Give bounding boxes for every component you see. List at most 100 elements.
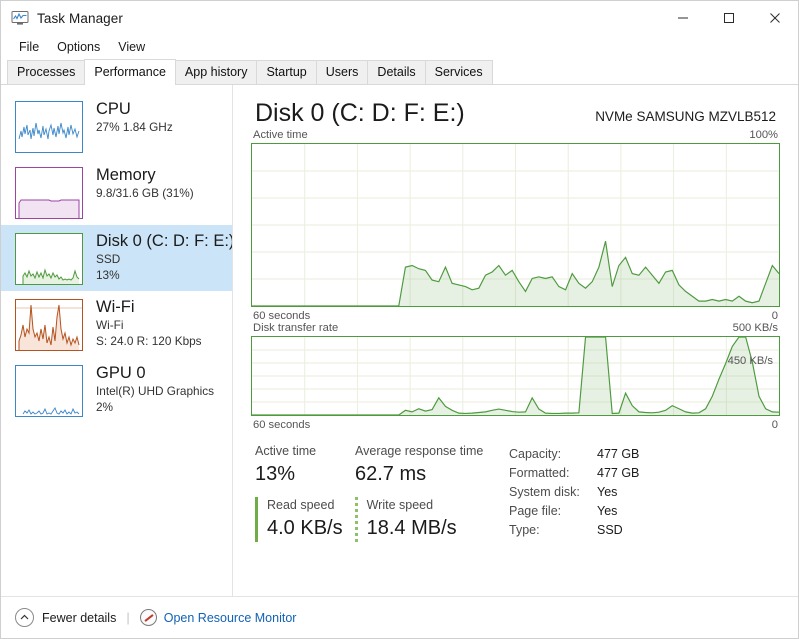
stat-value: 4.0 KB/s (267, 517, 343, 539)
content-area: CPU 27% 1.84 GHz Memory 9.8/31.6 GB (31%… (1, 85, 798, 596)
sidebar-wifi-texts: Wi-Fi Wi-Fi S: 24.0 R: 120 Kbps (83, 297, 202, 349)
stat-label: Average response time (355, 444, 484, 458)
sidebar-item-wifi[interactable]: Wi-Fi Wi-Fi S: 24.0 R: 120 Kbps (1, 291, 232, 357)
sidebar-item-label: Disk 0 (C: D: F: E:) (96, 232, 233, 250)
task-manager-window: Task Manager File Options View Processes… (0, 0, 799, 639)
detail-formatted: Formatted: 477 GB (509, 464, 639, 483)
stat-value: 13% (255, 463, 296, 485)
transfer-rate-graph-title: Disk transfer rate (253, 322, 339, 334)
active-time-axis-left: 60 seconds (253, 310, 311, 322)
resource-sidebar: CPU 27% 1.84 GHz Memory 9.8/31.6 GB (31%… (1, 85, 233, 596)
menu-bar: File Options View (1, 35, 798, 59)
sidebar-item-sub2: S: 24.0 R: 120 Kbps (96, 333, 202, 348)
transfer-rate-axis: 60 seconds 0 (251, 416, 780, 431)
title-bar: Task Manager (1, 1, 798, 35)
resource-monitor-icon[interactable] (139, 609, 157, 626)
stat-label: Write speed (366, 498, 434, 512)
sidebar-item-memory[interactable]: Memory 9.8/31.6 GB (31%) (1, 159, 232, 225)
sidebar-gpu-texts: GPU 0 Intel(R) UHD Graphics 2% (83, 363, 214, 415)
detail-key: System disk: (509, 485, 580, 499)
active-time-axis-right: 0 (771, 310, 778, 322)
active-time-graph[interactable] (251, 143, 780, 307)
sidebar-item-disk0[interactable]: Disk 0 (C: D: F: E:) SSD 13% (1, 225, 232, 291)
tab-details[interactable]: Details (367, 60, 426, 84)
sidebar-item-sub1: 9.8/31.6 GB (31%) (96, 186, 194, 200)
transfer-rate-graph-max: 500 KB/s (732, 322, 778, 334)
task-manager-icon (11, 10, 29, 26)
tab-services[interactable]: Services (424, 60, 493, 84)
cpu-sparkline-icon (15, 101, 83, 153)
detail-system-disk: System disk: Yes (509, 483, 639, 502)
maximize-button[interactable] (706, 1, 752, 35)
active-time-graph-labels: Active time 100% (251, 129, 780, 143)
sidebar-cpu-texts: CPU 27% 1.84 GHz (83, 99, 173, 136)
window-title: Task Manager (37, 10, 123, 26)
chevron-up-icon[interactable] (15, 608, 34, 627)
disk-sparkline-icon (15, 233, 83, 285)
detail-page-file: Page file: Yes (509, 502, 639, 521)
menu-item-options[interactable]: Options (48, 38, 109, 56)
tab-startup[interactable]: Startup (256, 60, 317, 84)
sidebar-item-sub1: 27% 1.84 GHz (96, 120, 173, 134)
panel-header: Disk 0 (C: D: F: E:) NVMe SAMSUNG MZVLB5… (251, 97, 780, 129)
detail-key: Formatted: (509, 466, 570, 480)
stat-active-time: Active time 13% (255, 443, 355, 488)
sidebar-item-label: CPU (96, 100, 131, 118)
tab-strip: Processes Performance App history Startu… (1, 59, 798, 85)
page-title: Disk 0 (C: D: F: E:) (255, 99, 465, 127)
sidebar-item-sub1: Wi-Fi (96, 318, 124, 332)
tab-processes[interactable]: Processes (7, 60, 86, 84)
footer-bar: Fewer details | Open Resource Monitor (1, 596, 798, 638)
stat-read-speed: Read speed 4.0 KB/s (255, 497, 343, 542)
transfer-rate-graph-labels: Disk transfer rate 500 KB/s (251, 322, 780, 336)
menu-item-view[interactable]: View (109, 38, 154, 56)
sidebar-item-sub1: Intel(R) UHD Graphics (96, 384, 214, 398)
detail-key: Page file: (509, 504, 562, 518)
active-time-graph-max: 100% (749, 129, 778, 141)
transfer-rate-axis-right: 0 (771, 419, 778, 431)
stat-write-speed: Write speed 18.4 MB/s (354, 497, 457, 542)
stat-label: Read speed (267, 498, 335, 512)
tab-users[interactable]: Users (315, 60, 369, 84)
sidebar-disk-texts: Disk 0 (C: D: F: E:) SSD 13% (83, 231, 233, 283)
transfer-rate-axis-left: 60 seconds (253, 419, 311, 431)
active-time-axis: 60 seconds 0 (251, 307, 780, 322)
stat-label: Active time (255, 444, 317, 458)
stats-row-speeds: Read speed 4.0 KB/s Write speed 18.4 MB/… (255, 497, 505, 542)
detail-type: Type: SSD (509, 521, 639, 540)
detail-key: Type: (509, 523, 540, 537)
menu-item-file[interactable]: File (10, 38, 48, 56)
transfer-rate-annotation: 450 KB/s (727, 355, 773, 367)
detail-key: Capacity: (509, 447, 562, 461)
stat-value: 18.4 MB/s (366, 517, 457, 539)
detail-value: SSD (597, 523, 623, 537)
sidebar-item-sub1: SSD (96, 252, 121, 266)
detail-value: 477 GB (597, 466, 640, 480)
sidebar-item-cpu[interactable]: CPU 27% 1.84 GHz (1, 93, 232, 159)
sidebar-item-label: Memory (96, 166, 156, 184)
detail-value: Yes (597, 485, 618, 499)
detail-value: 477 GB (597, 447, 640, 461)
fewer-details-button[interactable]: Fewer details (42, 611, 116, 625)
minimize-button[interactable] (660, 1, 706, 35)
window-controls (660, 1, 798, 35)
sidebar-item-sub2: 13% (96, 267, 120, 282)
device-model: NVMe SAMSUNG MZVLB512 (595, 109, 776, 124)
close-button[interactable] (752, 1, 798, 35)
sidebar-memory-texts: Memory 9.8/31.6 GB (31%) (83, 165, 194, 202)
stats-area: Active time 13% Average response time 62… (251, 431, 780, 542)
transfer-rate-graph[interactable]: 450 KB/s (251, 336, 780, 416)
stats-left-column: Active time 13% Average response time 62… (255, 443, 505, 542)
stat-value: 62.7 ms (355, 463, 427, 485)
disk-details-list: Capacity: 477 GB Formatted: 477 GB Syste… (509, 443, 639, 542)
footer-divider: | (126, 610, 130, 625)
stat-avg-response-time: Average response time 62.7 ms (355, 443, 483, 488)
detail-capacity: Capacity: 477 GB (509, 445, 639, 464)
stats-row-primary: Active time 13% Average response time 62… (255, 443, 505, 488)
sidebar-item-gpu0[interactable]: GPU 0 Intel(R) UHD Graphics 2% (1, 357, 232, 423)
tab-app-history[interactable]: App history (174, 60, 258, 84)
tab-performance[interactable]: Performance (84, 59, 176, 85)
wifi-sparkline-icon (15, 299, 83, 351)
detail-value: Yes (597, 504, 618, 518)
open-resource-monitor-link[interactable]: Open Resource Monitor (164, 611, 297, 625)
